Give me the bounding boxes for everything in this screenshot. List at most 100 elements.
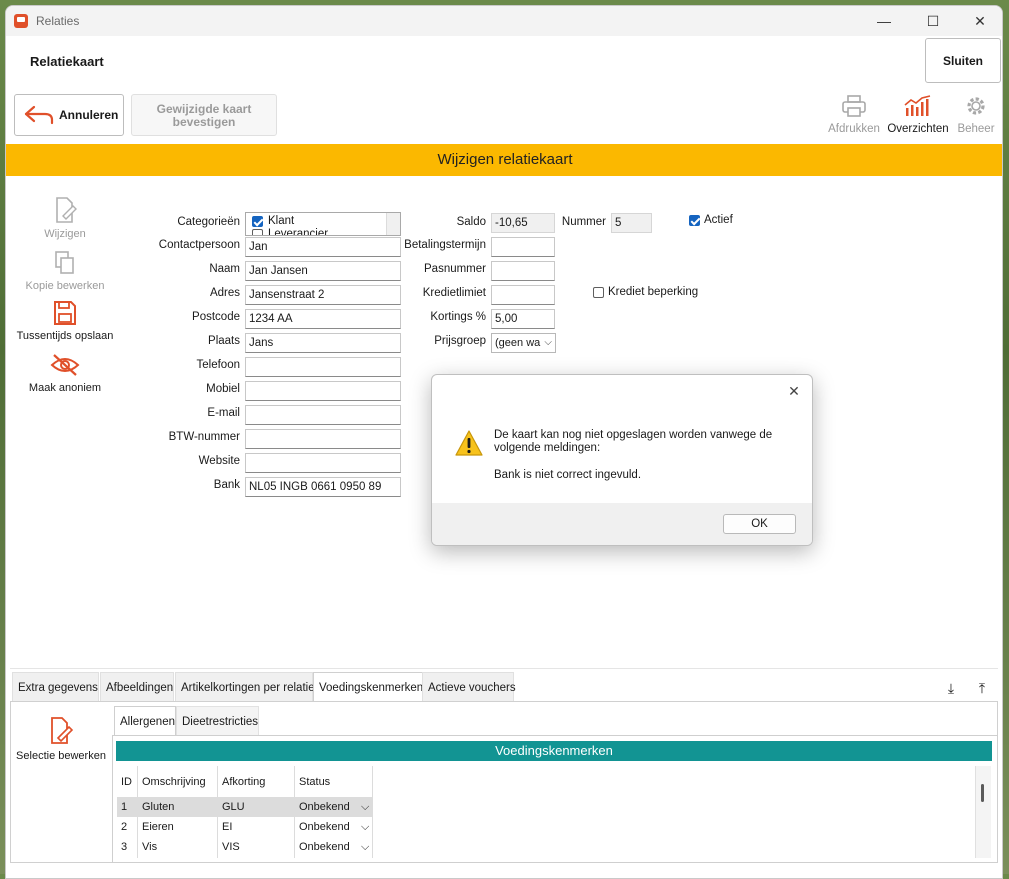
subtab-dieetrestricties[interactable]: Dieetrestricties [176,706,259,736]
contactpersoon-field[interactable]: Jan [245,237,401,257]
column-header-id[interactable]: ID [117,772,132,792]
cell-id: 3 [121,841,128,853]
cell-omschrijving: Gluten [142,801,175,813]
website-field[interactable] [245,453,401,473]
cell-omschrijving: Vis [142,841,158,853]
minimize-button[interactable]: — [861,6,907,36]
pasnummer-label: Pasnummer [424,263,486,275]
categories-scrollbar[interactable] [386,213,400,235]
edit-label: Wijzigen [44,228,86,240]
confirm-changes-button[interactable]: Gewijzigde kaart bevestigen [131,94,277,136]
sort-down-icon[interactable]: ⤓ [943,678,959,698]
warning-dialog: ✕ De kaart kan nog niet opgeslagen worde… [431,374,813,546]
edit-button[interactable]: Wijzigen [10,196,120,240]
plaats-label: Plaats [208,335,240,347]
table-row[interactable]: 1 Gluten GLU Onbekend ⌵ [117,797,373,817]
mobiel-field[interactable] [245,381,401,401]
confirm-label-line2: bevestigen [172,115,236,129]
selection-edit-button[interactable]: Selectie bewerken [10,716,112,762]
manage-label: Beheer [957,123,995,135]
chevron-down-icon[interactable]: ⌵ [357,797,369,817]
plaats-field[interactable]: Jans [245,333,401,353]
checkbox-unchecked-icon[interactable] [593,286,604,298]
actief-checkbox[interactable]: Actief [689,214,733,226]
telefoon-label: Telefoon [196,359,240,371]
actief-label: Actief [704,214,733,226]
tab-actieve-vouchers[interactable]: Actieve vouchers [422,672,516,702]
bank-label: Bank [213,479,240,491]
maximize-button[interactable]: ☐ [910,6,956,36]
cell-omschrijving: Eieren [142,821,174,833]
window-close-button[interactable]: ✕ [957,6,1002,36]
checkbox-checked-icon[interactable] [689,214,700,226]
window-title: Relaties [36,14,80,28]
table-header-row: ID Omschrijving Afkorting Status [117,772,373,792]
scrollbar-thumb[interactable] [981,784,984,802]
email-field[interactable] [245,405,401,425]
category-leverancier-label: Leverancier [268,228,329,236]
save-interim-button[interactable]: Tussentijds opslaan [10,300,120,342]
kredietlimiet-field[interactable] [491,285,555,305]
categories-list[interactable]: Klant Leverancier [245,212,401,236]
email-label: E-mail [207,407,240,419]
cell-status[interactable]: Onbekend [295,797,350,817]
tab-extra-gegevens[interactable]: Extra gegevens [12,672,99,702]
pasnummer-field[interactable] [491,261,555,281]
allergens-table: ID Omschrijving Afkorting Status 1 Glute… [117,766,373,858]
ok-button[interactable]: OK [723,514,796,534]
copy-icon [55,251,74,274]
btw-label: BTW-nummer [168,431,240,443]
krediet-beperking-checkbox[interactable]: Krediet beperking [593,286,698,298]
floppy-disk-icon [54,301,76,325]
table-row[interactable]: 2 Eieren EI Onbekend ⌵ [117,817,373,837]
cell-status[interactable]: Onbekend [295,837,350,857]
cancel-button[interactable]: Annuleren [14,94,124,136]
table-row[interactable]: 3 Vis VIS Onbekend ⌵ [117,837,373,857]
column-header-afkorting[interactable]: Afkorting [218,772,265,792]
cell-id: 1 [121,801,128,813]
selection-edit-label: Selectie bewerken [16,750,106,762]
checkbox-checked-icon[interactable] [252,215,263,227]
anonymize-button[interactable]: Maak anoniem [10,352,120,394]
column-header-omschrijving[interactable]: Omschrijving [138,772,206,792]
manage-button[interactable]: Beheer [955,94,997,135]
copy-edit-label: Kopie bewerken [25,280,105,292]
naam-field[interactable]: Jan Jansen [245,261,401,281]
telefoon-field[interactable] [245,357,401,377]
subtab-allergenen[interactable]: Allergenen [114,706,176,736]
cell-afkorting: EI [222,821,233,833]
title-bar: Relaties — ☐ ✕ [6,6,1002,36]
adres-field[interactable]: Jansenstraat 2 [245,285,401,305]
cell-status[interactable]: Onbekend [295,817,350,837]
categories-label: Categorieën [177,216,240,228]
krediet-beperking-label: Krediet beperking [608,286,699,298]
overviews-label: Overzichten [887,123,949,135]
cancel-label: Annuleren [59,108,119,122]
copy-edit-button[interactable]: Kopie bewerken [10,250,120,292]
overviews-button[interactable]: Overzichten [887,94,949,135]
chevron-down-icon[interactable]: ⌵ [357,817,369,837]
print-button[interactable]: Afdrukken [828,94,880,135]
dialog-error-detail: Bank is niet correct ingevuld. [494,469,642,481]
dialog-close-button[interactable]: ✕ [784,381,804,401]
betalingstermijn-field[interactable] [491,237,555,257]
kortings-field[interactable]: 5,00 [491,309,555,329]
postcode-field[interactable]: 1234 AA [245,309,401,329]
adres-label: Adres [209,287,240,299]
checkbox-unchecked-icon[interactable] [252,228,263,235]
category-klant-label: Klant [268,215,295,227]
category-leverancier[interactable]: Leverancier [252,228,329,236]
naam-label: Naam [209,263,240,275]
column-header-status[interactable]: Status [295,772,330,792]
bank-field[interactable]: NL05 INGB 0661 0950 89 [245,477,401,497]
tab-afbeeldingen[interactable]: Afbeeldingen [100,672,174,702]
sort-up-icon[interactable]: ⤒ [974,678,990,698]
prijsgroep-select[interactable]: (geen wa ⌵ [491,333,556,353]
close-card-button[interactable]: Sluiten [925,38,1001,83]
tab-artikelkortingen[interactable]: Artikelkortingen per relatie [175,672,315,702]
category-klant[interactable]: Klant [252,215,294,227]
btw-field[interactable] [245,429,401,449]
tab-voedingskenmerken[interactable]: Voedingskenmerken [313,672,423,703]
chevron-down-icon[interactable]: ⌵ [357,837,369,857]
table-scrollbar[interactable] [975,766,991,858]
